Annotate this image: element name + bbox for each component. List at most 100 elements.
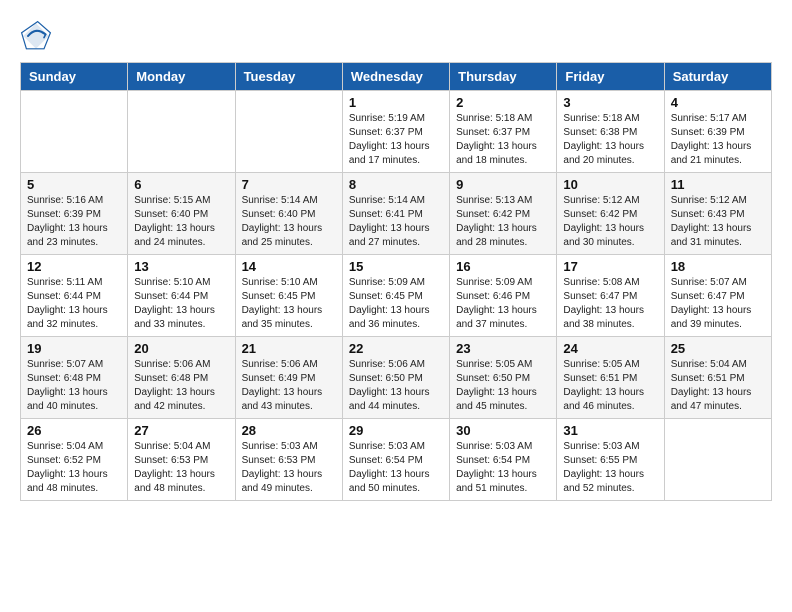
calendar-cell: 8 Sunrise: 5:14 AM Sunset: 6:41 PM Daylig… [342, 173, 449, 255]
day-number: 9 [456, 177, 550, 192]
calendar-cell: 29 Sunrise: 5:03 AM Sunset: 6:54 PM Dayli… [342, 419, 449, 501]
calendar-cell: 15Sunrise: 5:09 AM Sunset: 6:45 PM Dayli… [342, 255, 449, 337]
day-header-friday: Friday [557, 63, 664, 91]
day-info: Sunrise: 5:18 AM Sunset: 6:38 PM Dayligh… [563, 112, 657, 168]
calendar-cell: 27 Sunrise: 5:04 AM Sunset: 6:53 PM Dayli… [128, 419, 235, 501]
day-info: Sunrise: 5:05 AM Sunset: 6:50 PM Dayligh… [456, 358, 550, 414]
day-number: 24 [563, 341, 657, 356]
calendar-cell [128, 91, 235, 173]
calendar-cell: 23 Sunrise: 5:05 AM Sunset: 6:50 PM Dayli… [450, 337, 557, 419]
day-info: Sunrise: 5:04 AM Sunset: 6:51 PM Dayligh… [671, 358, 765, 414]
day-number: 3 [563, 95, 657, 110]
day-number: 31 [563, 423, 657, 438]
day-info: Sunrise: 5:12 AM Sunset: 6:43 PM Dayligh… [671, 194, 765, 250]
calendar-cell: 31 Sunrise: 5:03 AM Sunset: 6:55 PM Dayli… [557, 419, 664, 501]
calendar-cell: 22Sunrise: 5:06 AM Sunset: 6:50 PM Dayli… [342, 337, 449, 419]
day-info: Sunrise: 5:18 AM Sunset: 6:37 PM Dayligh… [456, 112, 550, 168]
calendar-cell: 3 Sunrise: 5:18 AM Sunset: 6:38 PM Daylig… [557, 91, 664, 173]
calendar-cell: 7 Sunrise: 5:14 AM Sunset: 6:40 PM Daylig… [235, 173, 342, 255]
day-info: Sunrise: 5:07 AM Sunset: 6:47 PM Dayligh… [671, 276, 765, 332]
calendar-body: 1 Sunrise: 5:19 AM Sunset: 6:37 PM Daylig… [21, 91, 772, 501]
page-header [20, 20, 772, 52]
calendar-week-1: 1 Sunrise: 5:19 AM Sunset: 6:37 PM Daylig… [21, 91, 772, 173]
day-number: 4 [671, 95, 765, 110]
calendar-cell: 17Sunrise: 5:08 AM Sunset: 6:47 PM Dayli… [557, 255, 664, 337]
day-number: 2 [456, 95, 550, 110]
day-number: 10 [563, 177, 657, 192]
day-info: Sunrise: 5:10 AM Sunset: 6:44 PM Dayligh… [134, 276, 228, 332]
day-number: 20 [134, 341, 228, 356]
day-info: Sunrise: 5:03 AM Sunset: 6:54 PM Dayligh… [456, 440, 550, 496]
calendar-cell: 6 Sunrise: 5:15 AM Sunset: 6:40 PM Daylig… [128, 173, 235, 255]
calendar-cell: 16Sunrise: 5:09 AM Sunset: 6:46 PM Dayli… [450, 255, 557, 337]
day-number: 19 [27, 341, 121, 356]
calendar-cell: 2 Sunrise: 5:18 AM Sunset: 6:37 PM Daylig… [450, 91, 557, 173]
day-info: Sunrise: 5:17 AM Sunset: 6:39 PM Dayligh… [671, 112, 765, 168]
day-info: Sunrise: 5:14 AM Sunset: 6:40 PM Dayligh… [242, 194, 336, 250]
day-info: Sunrise: 5:03 AM Sunset: 6:53 PM Dayligh… [242, 440, 336, 496]
day-info: Sunrise: 5:15 AM Sunset: 6:40 PM Dayligh… [134, 194, 228, 250]
calendar-cell: 25 Sunrise: 5:04 AM Sunset: 6:51 PM Dayli… [664, 337, 771, 419]
day-header-tuesday: Tuesday [235, 63, 342, 91]
day-number: 21 [242, 341, 336, 356]
day-number: 6 [134, 177, 228, 192]
day-number: 29 [349, 423, 443, 438]
calendar-cell: 18 Sunrise: 5:07 AM Sunset: 6:47 PM Dayli… [664, 255, 771, 337]
calendar-cell [21, 91, 128, 173]
calendar-cell: 12 Sunrise: 5:11 AM Sunset: 6:44 PM Dayli… [21, 255, 128, 337]
day-info: Sunrise: 5:07 AM Sunset: 6:48 PM Dayligh… [27, 358, 121, 414]
day-number: 27 [134, 423, 228, 438]
day-number: 7 [242, 177, 336, 192]
day-header-monday: Monday [128, 63, 235, 91]
day-info: Sunrise: 5:14 AM Sunset: 6:41 PM Dayligh… [349, 194, 443, 250]
calendar-header: SundayMondayTuesdayWednesdayThursdayFrid… [21, 63, 772, 91]
day-info: Sunrise: 5:03 AM Sunset: 6:55 PM Dayligh… [563, 440, 657, 496]
calendar-cell: 9 Sunrise: 5:13 AM Sunset: 6:42 PM Daylig… [450, 173, 557, 255]
day-header-sunday: Sunday [21, 63, 128, 91]
day-info: Sunrise: 5:04 AM Sunset: 6:53 PM Dayligh… [134, 440, 228, 496]
calendar-cell: 19 Sunrise: 5:07 AM Sunset: 6:48 PM Dayli… [21, 337, 128, 419]
calendar-cell: 24Sunrise: 5:05 AM Sunset: 6:51 PM Dayli… [557, 337, 664, 419]
calendar-week-3: 12 Sunrise: 5:11 AM Sunset: 6:44 PM Dayli… [21, 255, 772, 337]
calendar-cell: 20 Sunrise: 5:06 AM Sunset: 6:48 PM Dayli… [128, 337, 235, 419]
day-number: 22 [349, 341, 443, 356]
day-number: 28 [242, 423, 336, 438]
day-number: 17 [563, 259, 657, 274]
day-info: Sunrise: 5:10 AM Sunset: 6:45 PM Dayligh… [242, 276, 336, 332]
day-info: Sunrise: 5:13 AM Sunset: 6:42 PM Dayligh… [456, 194, 550, 250]
day-number: 18 [671, 259, 765, 274]
calendar-cell: 1 Sunrise: 5:19 AM Sunset: 6:37 PM Daylig… [342, 91, 449, 173]
calendar-cell: 30Sunrise: 5:03 AM Sunset: 6:54 PM Dayli… [450, 419, 557, 501]
day-info: Sunrise: 5:06 AM Sunset: 6:49 PM Dayligh… [242, 358, 336, 414]
logo-icon [20, 20, 52, 52]
day-info: Sunrise: 5:04 AM Sunset: 6:52 PM Dayligh… [27, 440, 121, 496]
day-header-thursday: Thursday [450, 63, 557, 91]
day-number: 26 [27, 423, 121, 438]
day-info: Sunrise: 5:09 AM Sunset: 6:46 PM Dayligh… [456, 276, 550, 332]
day-info: Sunrise: 5:11 AM Sunset: 6:44 PM Dayligh… [27, 276, 121, 332]
calendar-cell: 11Sunrise: 5:12 AM Sunset: 6:43 PM Dayli… [664, 173, 771, 255]
day-info: Sunrise: 5:12 AM Sunset: 6:42 PM Dayligh… [563, 194, 657, 250]
day-number: 13 [134, 259, 228, 274]
day-number: 25 [671, 341, 765, 356]
calendar-cell: 21 Sunrise: 5:06 AM Sunset: 6:49 PM Dayli… [235, 337, 342, 419]
calendar-cell: 14Sunrise: 5:10 AM Sunset: 6:45 PM Dayli… [235, 255, 342, 337]
calendar-cell [664, 419, 771, 501]
day-info: Sunrise: 5:03 AM Sunset: 6:54 PM Dayligh… [349, 440, 443, 496]
day-number: 8 [349, 177, 443, 192]
day-number: 1 [349, 95, 443, 110]
day-number: 12 [27, 259, 121, 274]
calendar-cell: 28 Sunrise: 5:03 AM Sunset: 6:53 PM Dayli… [235, 419, 342, 501]
day-info: Sunrise: 5:09 AM Sunset: 6:45 PM Dayligh… [349, 276, 443, 332]
logo [20, 20, 56, 52]
calendar-cell: 5 Sunrise: 5:16 AM Sunset: 6:39 PM Daylig… [21, 173, 128, 255]
calendar-week-4: 19 Sunrise: 5:07 AM Sunset: 6:48 PM Dayli… [21, 337, 772, 419]
day-info: Sunrise: 5:06 AM Sunset: 6:48 PM Dayligh… [134, 358, 228, 414]
day-info: Sunrise: 5:19 AM Sunset: 6:37 PM Dayligh… [349, 112, 443, 168]
day-info: Sunrise: 5:16 AM Sunset: 6:39 PM Dayligh… [27, 194, 121, 250]
day-number: 5 [27, 177, 121, 192]
calendar-cell: 26 Sunrise: 5:04 AM Sunset: 6:52 PM Dayli… [21, 419, 128, 501]
calendar-cell: 10 Sunrise: 5:12 AM Sunset: 6:42 PM Dayli… [557, 173, 664, 255]
day-number: 23 [456, 341, 550, 356]
calendar-cell: 4 Sunrise: 5:17 AM Sunset: 6:39 PM Daylig… [664, 91, 771, 173]
